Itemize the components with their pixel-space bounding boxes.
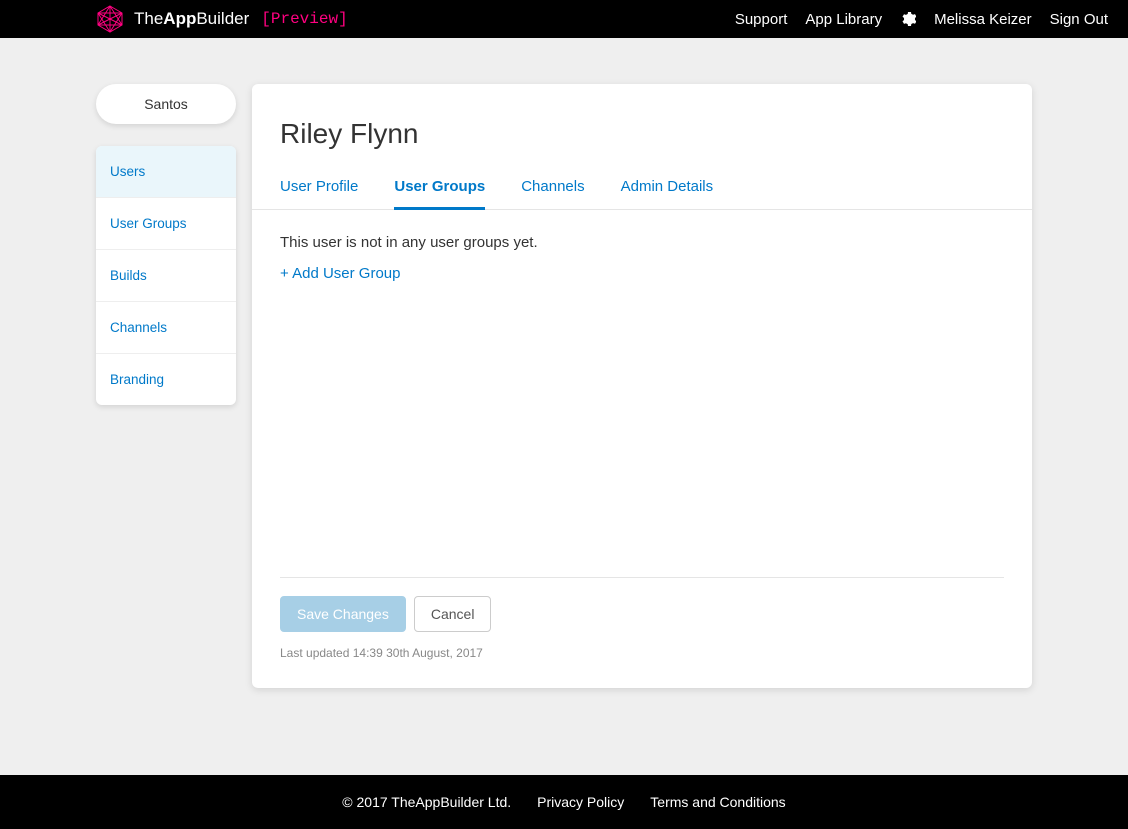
save-changes-button[interactable]: Save Changes bbox=[280, 596, 406, 632]
footer-privacy-link[interactable]: Privacy Policy bbox=[537, 794, 624, 810]
footer-copyright: © 2017 TheAppBuilder Ltd. bbox=[342, 794, 511, 810]
tab-admin-details[interactable]: Admin Details bbox=[621, 168, 714, 210]
gear-icon[interactable] bbox=[900, 11, 916, 27]
nav-sign-out[interactable]: Sign Out bbox=[1050, 11, 1108, 28]
brand-mark-icon bbox=[94, 3, 126, 35]
brand-wordmark: TheAppBuilder bbox=[134, 9, 249, 29]
nav-support[interactable]: Support bbox=[735, 11, 788, 28]
sidebar-item-user-groups[interactable]: User Groups bbox=[96, 198, 236, 250]
tab-user-profile[interactable]: User Profile bbox=[280, 168, 358, 210]
sidebar-item-users[interactable]: Users bbox=[96, 146, 236, 198]
footer-terms-link[interactable]: Terms and Conditions bbox=[650, 794, 785, 810]
sidebar-nav: Users User Groups Builds Channels Brandi… bbox=[96, 146, 236, 405]
empty-state-message: This user is not in any user groups yet. bbox=[280, 234, 1004, 251]
sidebar-item-builds[interactable]: Builds bbox=[96, 250, 236, 302]
tab-bar: User Profile User Groups Channels Admin … bbox=[252, 168, 1032, 210]
project-selector[interactable]: Santos bbox=[96, 84, 236, 124]
tab-channels[interactable]: Channels bbox=[521, 168, 584, 210]
main-header: Riley Flynn bbox=[252, 84, 1032, 168]
cancel-button[interactable]: Cancel bbox=[414, 596, 492, 632]
page-title: Riley Flynn bbox=[280, 118, 1004, 150]
project-name: Santos bbox=[144, 96, 188, 112]
top-nav: Support App Library Melissa Keizer Sign … bbox=[735, 11, 1108, 28]
preview-tag: [Preview] bbox=[261, 10, 347, 28]
footer-divider bbox=[280, 577, 1004, 578]
top-bar: TheAppBuilder [Preview] Support App Libr… bbox=[0, 0, 1128, 38]
nav-app-library[interactable]: App Library bbox=[805, 11, 882, 28]
add-user-group-link[interactable]: + Add User Group bbox=[280, 265, 400, 282]
sidebar-item-branding[interactable]: Branding bbox=[96, 354, 236, 405]
nav-user-name[interactable]: Melissa Keizer bbox=[934, 11, 1032, 28]
button-row: Save Changes Cancel bbox=[280, 596, 1004, 632]
brand-logo[interactable]: TheAppBuilder [Preview] bbox=[94, 3, 348, 35]
tab-content: This user is not in any user groups yet.… bbox=[252, 210, 1032, 577]
tab-user-groups[interactable]: User Groups bbox=[394, 168, 485, 210]
footer-bar: © 2017 TheAppBuilder Ltd. Privacy Policy… bbox=[0, 775, 1128, 829]
last-updated-text: Last updated 14:39 30th August, 2017 bbox=[280, 646, 1004, 660]
sidebar: Santos Users User Groups Builds Channels… bbox=[96, 84, 236, 688]
sidebar-item-channels[interactable]: Channels bbox=[96, 302, 236, 354]
page-body: Santos Users User Groups Builds Channels… bbox=[0, 38, 1128, 688]
main-card: Riley Flynn User Profile User Groups Cha… bbox=[252, 84, 1032, 688]
card-footer: Save Changes Cancel Last updated 14:39 3… bbox=[252, 577, 1032, 688]
